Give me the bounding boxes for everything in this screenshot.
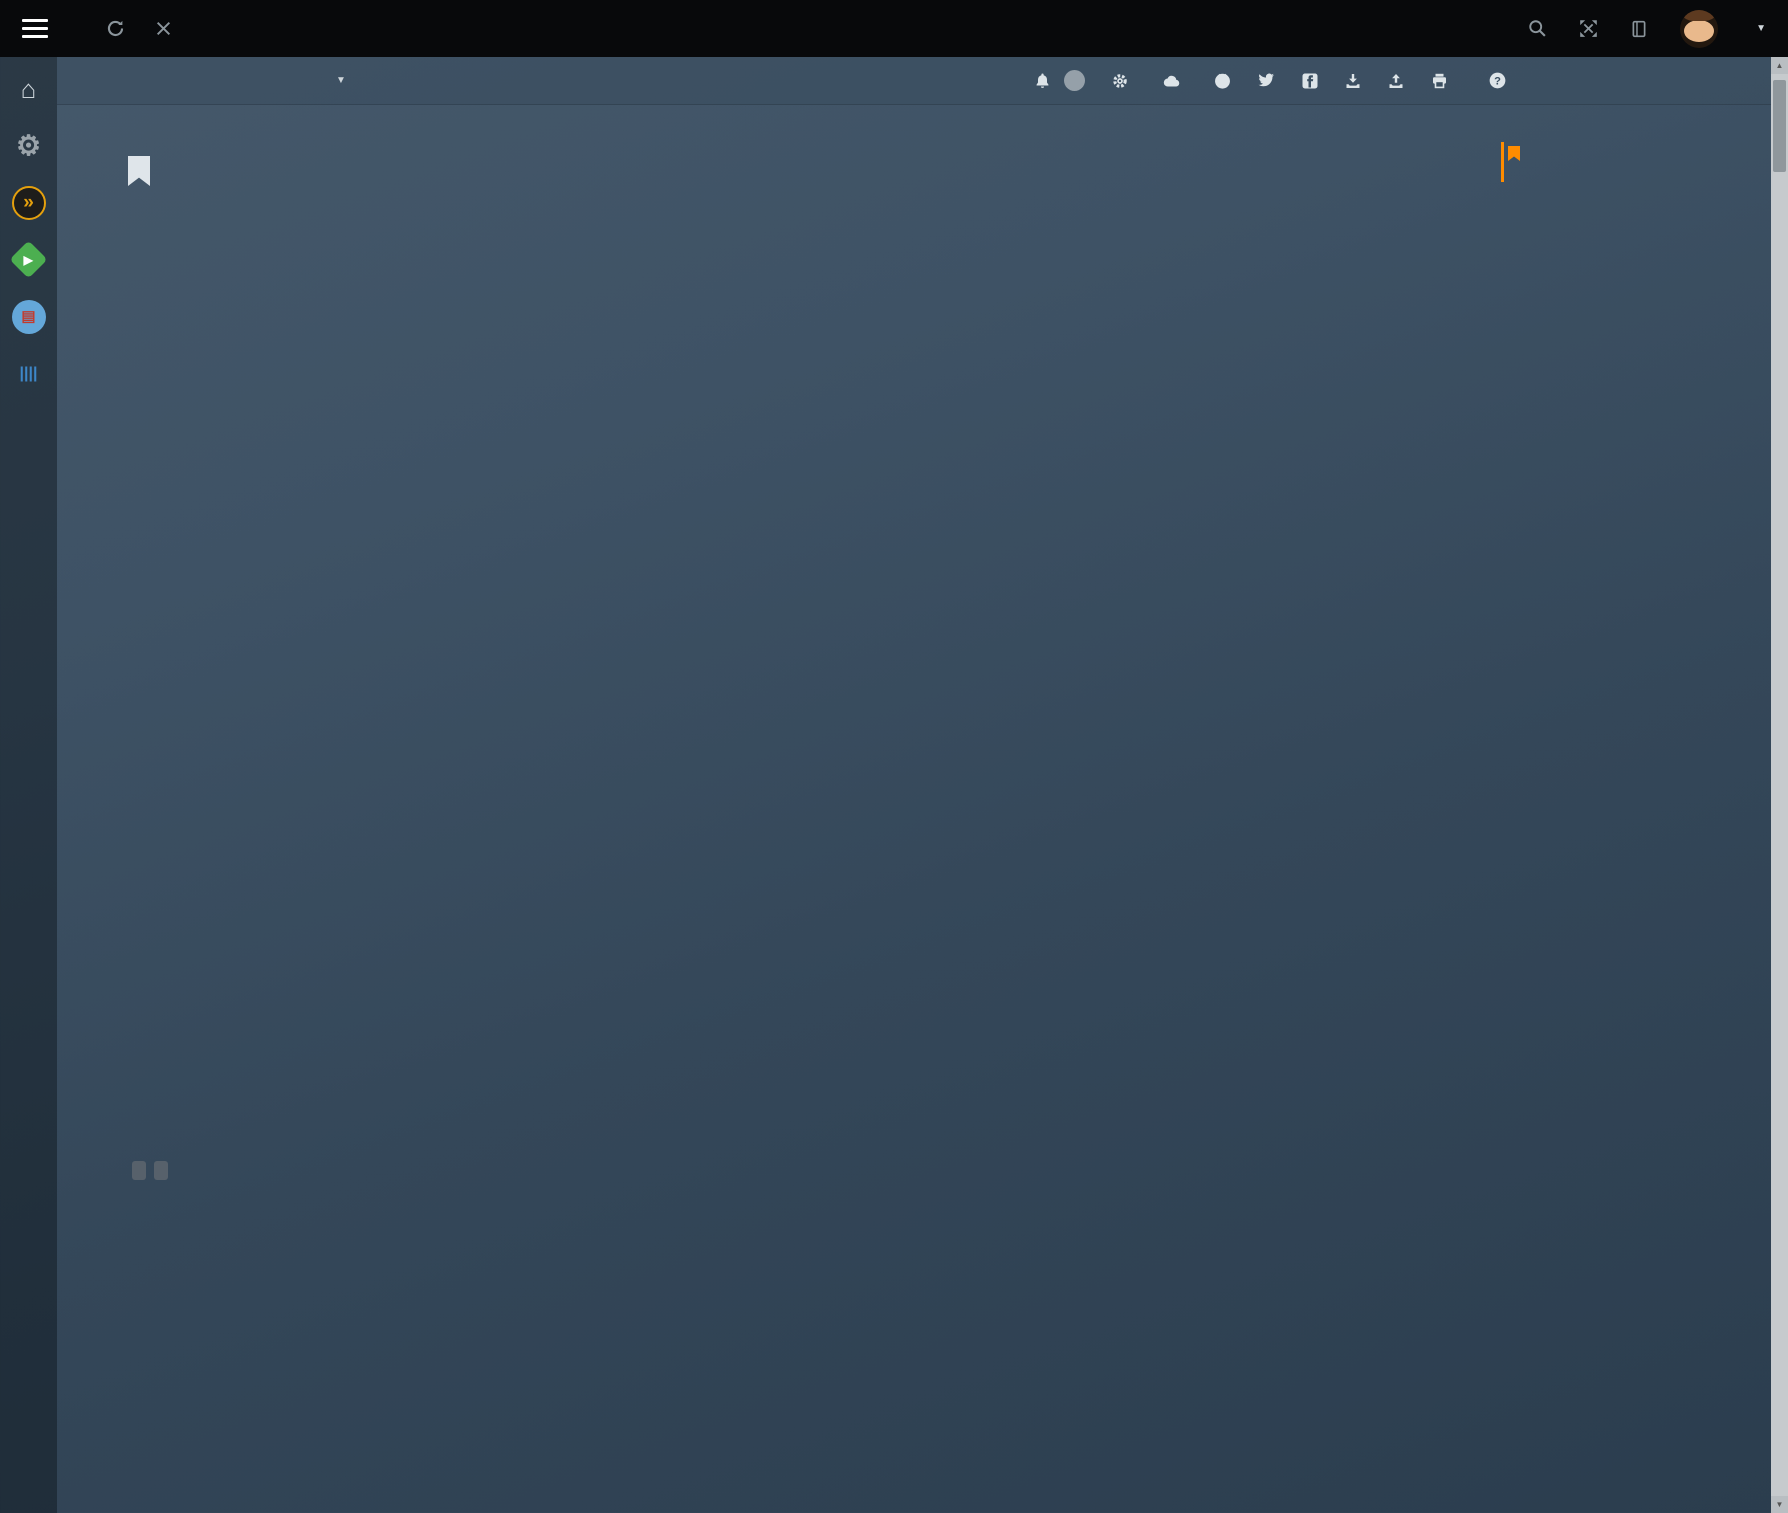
github-icon[interactable] bbox=[1214, 72, 1231, 89]
search-icon[interactable] bbox=[1528, 19, 1547, 38]
fullscreen-icon[interactable] bbox=[1579, 19, 1598, 38]
y-axis-label bbox=[128, 1454, 142, 1513]
disk-read-gauge[interactable] bbox=[281, 250, 407, 402]
help-button[interactable]: ? bbox=[1489, 72, 1513, 89]
facebook-icon[interactable] bbox=[1302, 73, 1318, 89]
softirq-sparkline[interactable] bbox=[134, 545, 434, 560]
disk-description bbox=[128, 1138, 1458, 1182]
iowait-metric-line bbox=[128, 521, 448, 538]
x-axis-ticks bbox=[218, 1359, 1283, 1373]
chart-plot-area[interactable] bbox=[218, 926, 1283, 1017]
top-bar: ▼ bbox=[0, 0, 1788, 57]
y-axis-ticks bbox=[144, 584, 214, 744]
chart-legend bbox=[1286, 1186, 1450, 1189]
load-average-chart[interactable] bbox=[128, 902, 1450, 1047]
settings-button[interactable] bbox=[1112, 73, 1135, 89]
cpu-utilization-chart[interactable] bbox=[128, 568, 1450, 778]
update-button[interactable] bbox=[1162, 74, 1187, 88]
refresh-icon[interactable] bbox=[106, 19, 125, 38]
y-axis-label bbox=[128, 584, 142, 744]
bookmark-icon bbox=[128, 156, 150, 186]
plex-icon[interactable]: » bbox=[0, 174, 57, 231]
net-outbound-gauge[interactable] bbox=[1021, 250, 1147, 402]
upload-icon[interactable] bbox=[1388, 73, 1404, 89]
page-scrollbar[interactable]: ▲ ▼ bbox=[1771, 57, 1788, 1513]
iowait-sparkline[interactable] bbox=[134, 522, 434, 537]
disk-io-chart[interactable] bbox=[128, 1182, 1450, 1387]
svg-text:?: ? bbox=[1494, 75, 1501, 87]
x-axis-ticks bbox=[218, 1021, 1283, 1035]
user-avatar[interactable] bbox=[1680, 10, 1718, 48]
scroll-up-arrow[interactable]: ▲ bbox=[1771, 57, 1788, 74]
emby-icon[interactable]: ▶ bbox=[0, 231, 57, 288]
used-ram-gauge[interactable] bbox=[1174, 266, 1284, 398]
settings-gear-icon[interactable]: ⚙ bbox=[0, 117, 57, 174]
app-sidebar: ⌂ ⚙ » ▶ ▤ |||| bbox=[0, 57, 57, 1513]
disk-write-gauge[interactable] bbox=[437, 250, 563, 402]
chevron-down-icon: ▼ bbox=[1756, 23, 1766, 34]
netdata-menu-sidebar bbox=[1508, 146, 1770, 1513]
code-sys-devices bbox=[154, 1161, 168, 1180]
print-icon[interactable] bbox=[1431, 73, 1448, 89]
twitter-icon[interactable] bbox=[1258, 73, 1275, 88]
sidebar-item-system-overview[interactable] bbox=[1508, 146, 1770, 161]
airsonic-wave-icon[interactable]: |||| bbox=[0, 345, 57, 402]
alarms-badge bbox=[1064, 70, 1085, 91]
scrollbar-thumb[interactable] bbox=[1773, 80, 1786, 172]
y-axis-ticks bbox=[144, 1454, 214, 1513]
y-axis-label bbox=[128, 926, 142, 1017]
netdata-navbar: ▼ bbox=[57, 57, 1788, 105]
scroll-down-arrow[interactable]: ▼ bbox=[1771, 1496, 1788, 1513]
chart-legend bbox=[1286, 906, 1450, 909]
download-icon[interactable] bbox=[1345, 73, 1361, 89]
close-tab-icon[interactable] bbox=[155, 20, 172, 37]
x-axis-ticks bbox=[218, 748, 1283, 762]
net-inbound-gauge[interactable] bbox=[865, 250, 991, 402]
code-sys-block bbox=[132, 1161, 146, 1180]
cpu-gauge[interactable] bbox=[588, 228, 844, 408]
y-axis-ticks bbox=[144, 926, 214, 1017]
chart-plot-area[interactable] bbox=[218, 1454, 1283, 1513]
softirq-metric-line bbox=[128, 544, 448, 561]
user-menu[interactable]: ▼ bbox=[1750, 23, 1766, 34]
home-icon[interactable]: ⌂ bbox=[0, 60, 57, 117]
y-axis-ticks bbox=[144, 1200, 214, 1355]
y-axis-label bbox=[128, 1200, 142, 1355]
chart-plot-area[interactable] bbox=[218, 584, 1283, 744]
memory-paged-chart[interactable] bbox=[128, 1416, 1450, 1513]
tabs-book-icon[interactable] bbox=[1630, 20, 1648, 38]
server-dropdown[interactable]: ▼ bbox=[329, 75, 346, 86]
media-library-icon[interactable]: ▤ bbox=[0, 288, 57, 345]
alarms-button[interactable] bbox=[1035, 70, 1085, 91]
bookmark-icon bbox=[1508, 146, 1520, 161]
hamburger-menu-icon[interactable] bbox=[22, 19, 48, 38]
chevron-down-icon: ▼ bbox=[336, 75, 346, 86]
chart-legend bbox=[1286, 1420, 1450, 1423]
chart-legend bbox=[1286, 572, 1450, 575]
chart-plot-area[interactable] bbox=[218, 1200, 1283, 1355]
active-section-indicator bbox=[1501, 142, 1504, 182]
